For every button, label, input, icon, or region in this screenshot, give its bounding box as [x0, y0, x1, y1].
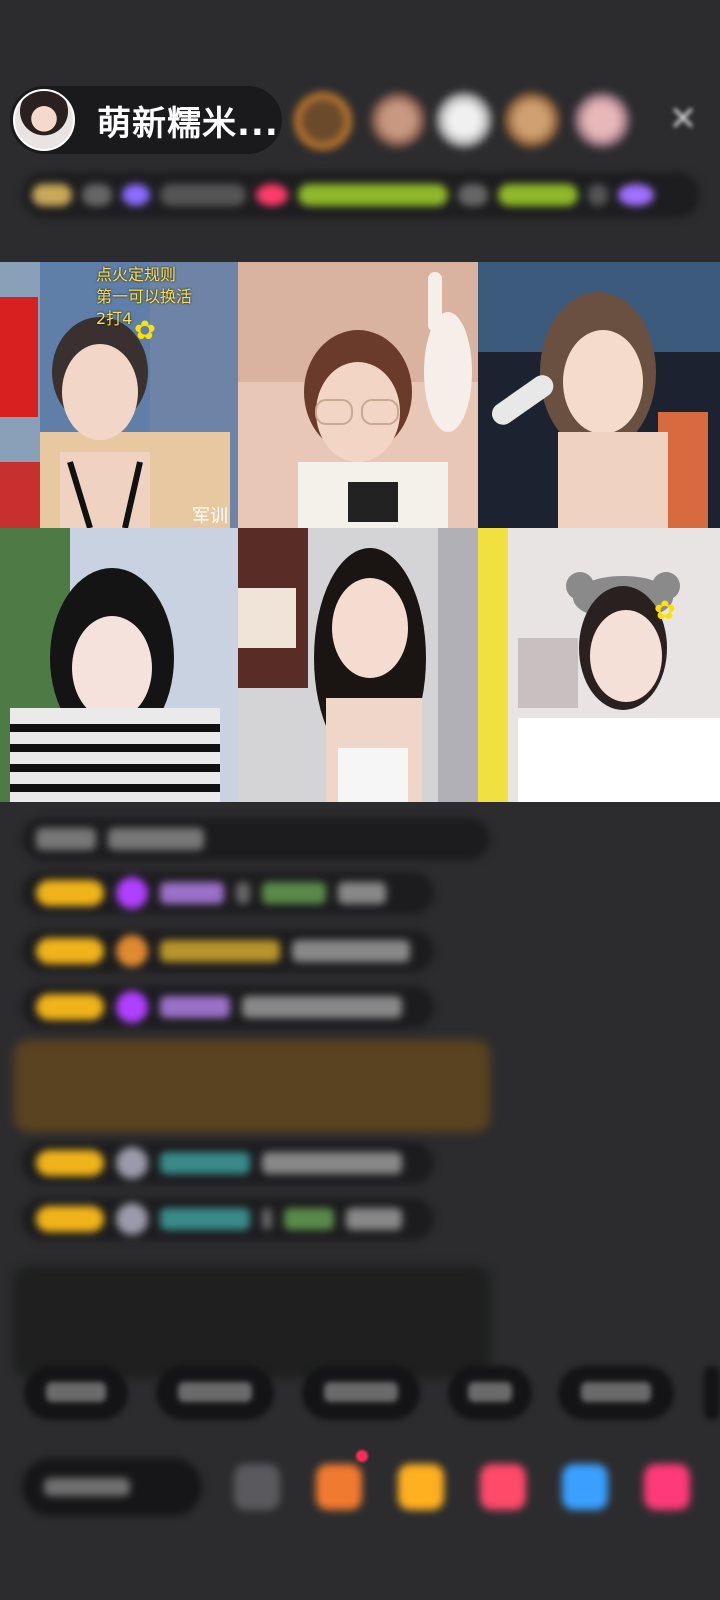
- notification-dot: [356, 1450, 368, 1462]
- host-name: 萌新糯米...: [97, 103, 279, 144]
- quick-reply-chip[interactable]: [704, 1366, 720, 1420]
- user-level-badge: [36, 880, 104, 906]
- user-level-badge: [36, 1206, 104, 1232]
- heart-gift-icon[interactable]: [480, 1464, 526, 1510]
- user-avatar: [116, 1203, 148, 1235]
- video-seat-3[interactable]: [478, 262, 720, 528]
- chat-highlight-message[interactable]: [14, 1040, 490, 1132]
- quick-reply-chip[interactable]: [558, 1366, 674, 1420]
- viewer-avatar[interactable]: [436, 92, 492, 148]
- user-level-badge: [36, 994, 104, 1020]
- viewer-avatar[interactable]: [574, 92, 630, 148]
- host-info-pill[interactable]: 萌新糯米...: [10, 86, 282, 154]
- viewer-avatar[interactable]: [504, 92, 560, 148]
- chat-input[interactable]: [22, 1458, 202, 1516]
- host-avatar[interactable]: [13, 89, 75, 151]
- streamer-video: [478, 528, 720, 802]
- streamer-video: [478, 262, 720, 528]
- video-seat-1[interactable]: 点火定规则 第一可以换活 2打4 ✿ 军训: [0, 262, 238, 528]
- more-gift-icon[interactable]: [644, 1464, 690, 1510]
- user-level-badge: [36, 1150, 104, 1176]
- video-seat-2[interactable]: [238, 262, 478, 528]
- video-seat-5[interactable]: [238, 528, 478, 802]
- balloon-icon: [116, 935, 148, 967]
- streamer-video: [238, 528, 478, 802]
- chat-message[interactable]: [22, 1198, 434, 1240]
- gift-icon: [116, 991, 148, 1023]
- emoji-icon[interactable]: [234, 1464, 280, 1510]
- streamer-video: [0, 528, 238, 802]
- gift-box-icon[interactable]: [316, 1464, 362, 1510]
- game-icon[interactable]: [562, 1464, 608, 1510]
- chat-message[interactable]: [22, 872, 434, 914]
- chat-message[interactable]: [22, 986, 434, 1028]
- flower-sticker-icon: ✿: [134, 316, 156, 346]
- viewer-avatar[interactable]: [370, 92, 426, 148]
- video-seat-6[interactable]: ✿: [478, 528, 720, 802]
- gift-bag-icon[interactable]: [398, 1464, 444, 1510]
- flower-sticker-icon: ✿: [654, 596, 676, 626]
- quick-reply-chip[interactable]: [24, 1366, 128, 1420]
- user-avatar: [116, 1147, 148, 1179]
- chat-announcement: [14, 1266, 490, 1378]
- chat-message[interactable]: [22, 930, 434, 972]
- seat-corner-label: 军训: [192, 506, 228, 527]
- close-icon[interactable]: ✕: [666, 102, 700, 136]
- video-seat-4[interactable]: [0, 528, 238, 802]
- viewer-avatar[interactable]: [292, 90, 354, 152]
- streamer-video: [238, 262, 478, 528]
- quick-reply-chip[interactable]: [448, 1366, 532, 1420]
- quick-reply-chip[interactable]: [156, 1366, 274, 1420]
- video-grid: 点火定规则 第一可以换活 2打4 ✿ 军训 ✿: [0, 262, 720, 802]
- chat-system-message: [22, 818, 490, 860]
- room-info-bar[interactable]: [22, 172, 700, 218]
- quick-reply-chip[interactable]: [302, 1366, 420, 1420]
- chat-message[interactable]: [22, 1142, 434, 1184]
- gift-icon: [116, 877, 148, 909]
- user-level-badge: [36, 938, 104, 964]
